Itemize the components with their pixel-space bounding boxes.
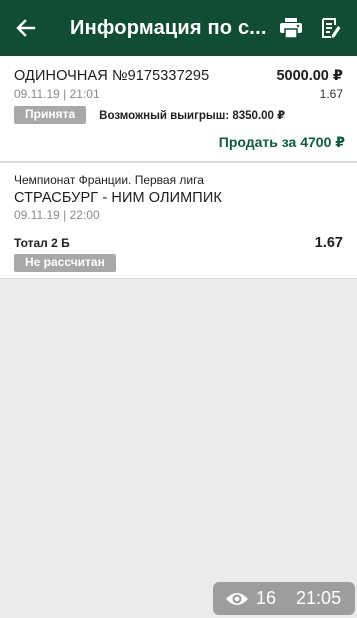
content: ОДИНОЧНАЯ №9175337295 5000.00 ₽ 09.11.19… [0, 56, 357, 279]
bet-datetime: 09.11.19 | 21:01 [14, 87, 100, 101]
bet-card: ОДИНОЧНАЯ №9175337295 5000.00 ₽ 09.11.19… [0, 56, 357, 162]
bet-title: ОДИНОЧНАЯ №9175337295 [14, 68, 210, 84]
eye-icon [226, 592, 248, 605]
event-status-badge: Не рассчитан [14, 254, 116, 272]
status-badge: Принята [14, 106, 87, 124]
recording-overlay: 16 21:05 [213, 582, 355, 615]
event-coefficient: 1.67 [314, 235, 343, 251]
printer-icon [280, 18, 302, 38]
bet-coefficient: 1.67 [319, 87, 343, 101]
possible-win: Возможный выигрыш: 8350.00 ₽ [99, 110, 286, 122]
event-card: Чемпионат Франции. Первая лига СТРАСБУРГ… [0, 162, 357, 279]
bet-amount: 5000.00 ₽ [276, 68, 343, 84]
back-button[interactable] [0, 0, 52, 56]
page-title: Информация по с... [70, 16, 267, 39]
arrow-left-icon [16, 19, 36, 37]
sell-button[interactable]: Продать за 4700 ₽ [219, 134, 345, 151]
league-name: Чемпионат Франции. Первая лига [14, 173, 204, 187]
event-datetime: 09.11.19 | 22:00 [14, 208, 100, 222]
edit-note-icon [322, 18, 341, 38]
view-count: 16 [256, 588, 277, 608]
outcome-name: Тотал 2 Б [14, 236, 70, 250]
overlay-time: 21:05 [296, 588, 342, 608]
print-button[interactable] [271, 0, 311, 56]
match-name: СТРАСБУРГ - НИМ ОЛИМПИК [14, 190, 222, 206]
app-bar: Информация по с... [0, 0, 357, 56]
edit-button[interactable] [311, 0, 351, 56]
